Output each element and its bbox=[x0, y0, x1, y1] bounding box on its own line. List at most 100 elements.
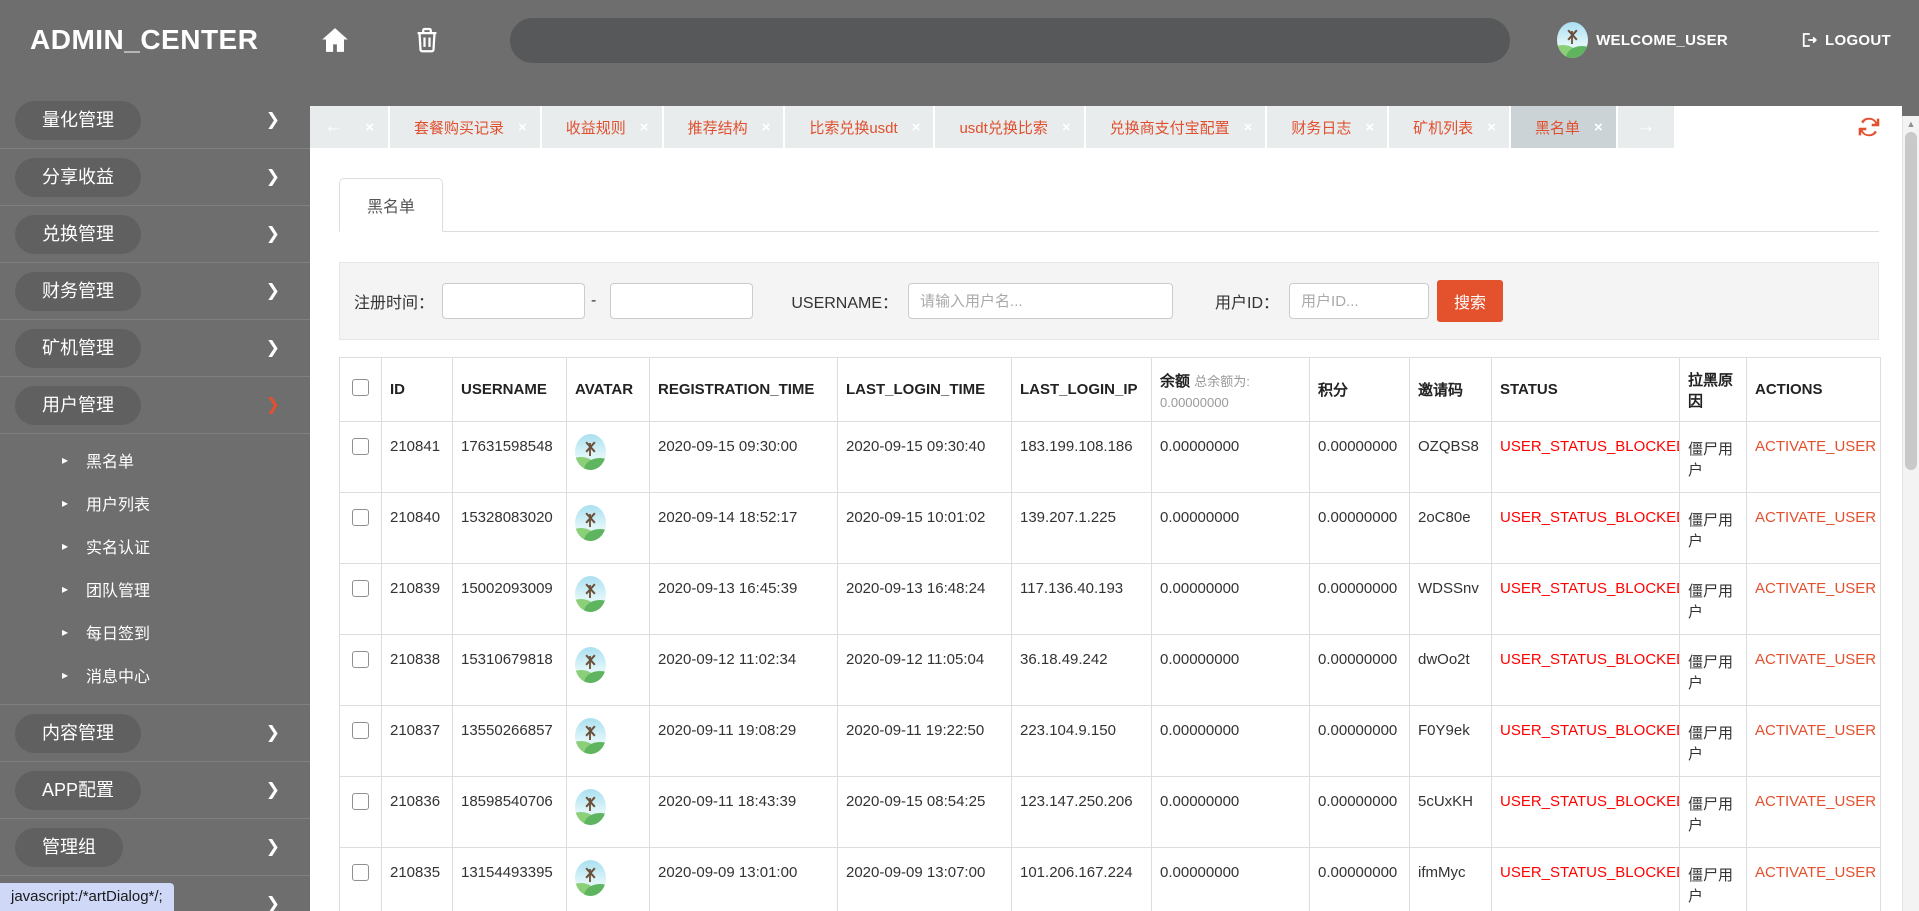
sidebar-subitem-label[interactable]: 消息中心 bbox=[86, 663, 150, 687]
logout-button[interactable]: LOGOUT bbox=[1800, 31, 1891, 49]
reg-time-label: 注册时间： bbox=[354, 295, 435, 312]
cell-points: 0.00000000 bbox=[1309, 847, 1410, 911]
sidebar-item-label[interactable]: 管理组 bbox=[15, 827, 123, 867]
tab[interactable]: 收益规则 × bbox=[541, 106, 664, 148]
tab-label[interactable]: 财务日志 bbox=[1291, 117, 1351, 138]
scrollbar-thumb[interactable] bbox=[1905, 132, 1917, 470]
tab-close-icon[interactable]: × bbox=[640, 120, 649, 135]
tab-label[interactable]: usdt兑换比索 bbox=[959, 117, 1047, 138]
activate-user-link[interactable]: ACTIVATE_USER bbox=[1755, 651, 1876, 668]
page-tab[interactable]: 黑名单 bbox=[339, 178, 444, 232]
userid-input[interactable] bbox=[1289, 283, 1430, 319]
row-checkbox[interactable] bbox=[352, 438, 369, 455]
tab-close-icon[interactable]: × bbox=[1365, 120, 1374, 135]
username-input[interactable] bbox=[908, 283, 1174, 319]
tab-close-icon[interactable]: × bbox=[912, 120, 921, 135]
cell-invite-code: ifmMyc bbox=[1409, 847, 1492, 911]
activate-user-link[interactable]: ACTIVATE_USER bbox=[1755, 864, 1876, 881]
reg-time-to-input[interactable] bbox=[610, 283, 754, 319]
row-checkbox[interactable] bbox=[352, 580, 369, 597]
row-checkbox[interactable] bbox=[352, 793, 369, 810]
cell-username: 13550266857 bbox=[452, 705, 567, 777]
tab-close-icon[interactable]: × bbox=[1244, 120, 1253, 135]
arrow-left-icon[interactable]: ← bbox=[324, 116, 343, 138]
home-icon[interactable] bbox=[320, 25, 350, 55]
sidebar-subitem[interactable]: ▸ 团队管理 bbox=[0, 567, 310, 610]
row-checkbox[interactable] bbox=[352, 509, 369, 526]
tab-label[interactable]: 推荐结构 bbox=[688, 117, 748, 138]
reg-time-from-input[interactable] bbox=[442, 283, 586, 319]
trash-icon[interactable] bbox=[412, 25, 442, 55]
tab-label[interactable]: 黑名单 bbox=[1535, 117, 1580, 138]
triangle-bullet-icon: ▸ bbox=[62, 624, 69, 639]
tab[interactable]: 矿机列表 × bbox=[1389, 106, 1511, 148]
sidebar-subitem-label[interactable]: 用户列表 bbox=[86, 491, 150, 515]
tab-label[interactable]: 矿机列表 bbox=[1413, 117, 1473, 138]
sidebar-item[interactable]: 兑换管理 ❯ bbox=[0, 206, 310, 263]
tab[interactable]: 黑名单 × bbox=[1510, 106, 1618, 148]
tab[interactable]: usdt兑换比索 × bbox=[935, 106, 1086, 148]
sidebar-subitem-label[interactable]: 团队管理 bbox=[86, 577, 150, 601]
cell-reg-time: 2020-09-15 09:30:00 bbox=[649, 421, 838, 493]
row-checkbox[interactable] bbox=[352, 722, 369, 739]
tab-close-icon[interactable]: × bbox=[762, 120, 771, 135]
tab-scroll-right[interactable]: → bbox=[1617, 106, 1674, 148]
sidebar-item-label[interactable]: 矿机管理 bbox=[15, 328, 141, 368]
sidebar-subitem[interactable]: ▸ 消息中心 bbox=[0, 653, 310, 696]
sidebar-item[interactable]: 量化管理 ❯ bbox=[0, 92, 310, 149]
sidebar-item[interactable]: 内容管理 ❯ bbox=[0, 705, 310, 762]
sidebar-item[interactable]: 用户管理 ❯ bbox=[0, 377, 310, 434]
sidebar-item-label[interactable]: 分享收益 bbox=[15, 157, 141, 197]
sidebar-item-label[interactable]: 财务管理 bbox=[15, 271, 141, 311]
tab[interactable]: 财务日志 × bbox=[1267, 106, 1390, 148]
sidebar-subitem-label[interactable]: 黑名单 bbox=[86, 448, 134, 472]
activate-user-link[interactable]: ACTIVATE_USER bbox=[1755, 793, 1876, 810]
tab-close-icon[interactable]: × bbox=[1594, 120, 1603, 135]
tab[interactable]: 比索兑换usdt × bbox=[785, 106, 936, 148]
refresh-button[interactable] bbox=[1856, 112, 1886, 142]
sidebar-subitem[interactable]: ▸ 黑名单 bbox=[0, 438, 310, 481]
activate-user-link[interactable]: ACTIVATE_USER bbox=[1755, 722, 1876, 739]
sidebar-item-label[interactable]: 内容管理 bbox=[15, 713, 141, 753]
sidebar-item[interactable]: 财务管理 ❯ bbox=[0, 263, 310, 320]
tab[interactable]: 套餐购买记录 × bbox=[390, 106, 542, 148]
sidebar-subitem[interactable]: ▸ 实名认证 bbox=[0, 524, 310, 567]
tab-close-icon[interactable]: × bbox=[1487, 120, 1496, 135]
tab-scroll-left[interactable]: ← × bbox=[310, 106, 390, 148]
sidebar-item-label[interactable]: 用户管理 bbox=[15, 385, 141, 425]
tab-label[interactable]: 收益规则 bbox=[566, 117, 626, 138]
sidebar-item-label[interactable]: 兑换管理 bbox=[15, 214, 141, 254]
tab[interactable]: 推荐结构 × bbox=[663, 106, 786, 148]
tab-label[interactable]: 比索兑换usdt bbox=[809, 117, 897, 138]
sidebar-subitem[interactable]: ▸ 每日签到 bbox=[0, 610, 310, 653]
sidebar-subitem-label[interactable]: 实名认证 bbox=[86, 534, 150, 558]
activate-user-link[interactable]: ACTIVATE_USER bbox=[1755, 580, 1876, 597]
vertical-scrollbar[interactable]: ▲ bbox=[1902, 116, 1919, 911]
sidebar-item[interactable]: 管理组 ❯ bbox=[0, 819, 310, 876]
sidebar-subitem[interactable]: ▸ 用户列表 bbox=[0, 481, 310, 524]
activate-user-link[interactable]: ACTIVATE_USER bbox=[1755, 509, 1876, 526]
sidebar-item[interactable]: 矿机管理 ❯ bbox=[0, 320, 310, 377]
search-button[interactable]: 搜索 bbox=[1437, 280, 1504, 322]
arrow-right-icon[interactable]: → bbox=[1636, 116, 1655, 138]
sidebar-item[interactable]: 分享收益 ❯ bbox=[0, 149, 310, 206]
tab-close-icon[interactable]: × bbox=[518, 120, 527, 135]
tab-label[interactable]: 套餐购买记录 bbox=[414, 117, 504, 138]
user-avatar[interactable] bbox=[1557, 22, 1589, 58]
tab-close-icon[interactable]: × bbox=[365, 120, 374, 135]
select-all-checkbox[interactable] bbox=[352, 379, 369, 396]
row-checkbox[interactable] bbox=[352, 864, 369, 881]
tab-label[interactable]: 兑换商支付宝配置 bbox=[1110, 117, 1230, 138]
activate-user-link[interactable]: ACTIVATE_USER bbox=[1755, 438, 1876, 455]
tab-close-icon[interactable]: × bbox=[1062, 120, 1071, 135]
tab[interactable]: 兑换商支付宝配置 × bbox=[1085, 106, 1268, 148]
cell-points: 0.00000000 bbox=[1309, 492, 1410, 564]
scroll-up-arrow-icon[interactable]: ▲ bbox=[1903, 119, 1919, 129]
sidebar-item-label[interactable]: APP配置 bbox=[15, 770, 142, 810]
sidebar-item-label[interactable]: 量化管理 bbox=[15, 100, 141, 140]
cell-last-login-time: 2020-09-15 10:01:02 bbox=[837, 492, 1012, 564]
sidebar-item[interactable]: APP配置 ❯ bbox=[0, 762, 310, 819]
sidebar-subitem-label[interactable]: 每日签到 bbox=[86, 620, 150, 644]
row-checkbox[interactable] bbox=[352, 651, 369, 668]
top-search-bar[interactable] bbox=[510, 17, 1511, 63]
